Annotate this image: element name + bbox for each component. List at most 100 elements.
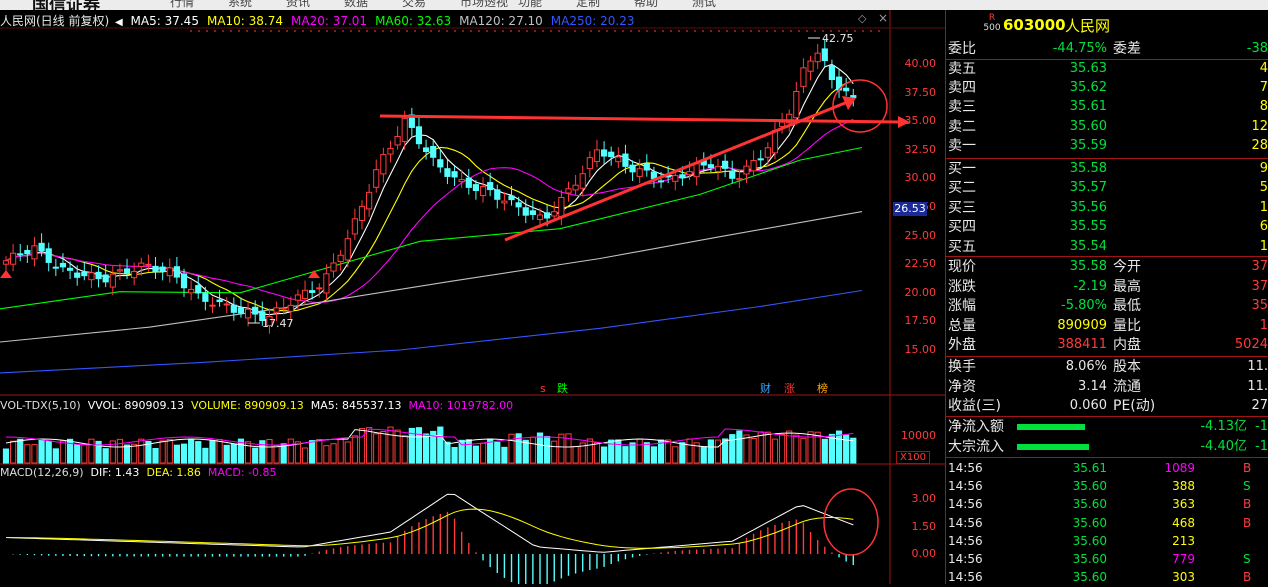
trend-line [504, 99, 851, 242]
volume-bar [636, 438, 643, 464]
ma250-line [0, 289, 863, 374]
candle-body [52, 266, 59, 269]
volume-unit-label: X100 [896, 451, 930, 464]
trade-row[interactable]: 14:56 35.60 388 S [945, 478, 1268, 496]
ask-price: 35.61 [1069, 99, 1107, 115]
candle-body [209, 304, 216, 307]
trade-price: 35.60 [1072, 515, 1107, 530]
candle-body [850, 95, 857, 99]
trade-row[interactable]: 14:56 35.61 1089 B [945, 460, 1268, 478]
signal-arrow [308, 270, 320, 278]
candle-body [579, 173, 586, 189]
volume-bar [729, 434, 736, 464]
trade-row[interactable]: 14:56 35.60 779 S [945, 551, 1268, 569]
candle-body [301, 289, 309, 300]
stat-value: 1 [1259, 317, 1268, 333]
trade-row[interactable]: 14:56 35.60 303 B [945, 569, 1268, 587]
ask-row[interactable]: 卖一 35.59 28 [945, 137, 1268, 156]
candle-body [451, 171, 458, 178]
ask-row[interactable]: 卖四 35.62 7 [945, 79, 1268, 98]
volume-bar [472, 445, 480, 464]
volume-bar [330, 443, 337, 464]
volume-bar [152, 447, 159, 464]
volume-bar [622, 446, 629, 464]
stat-label: 内盘 [1113, 337, 1141, 354]
bid-label: 买一 [948, 161, 976, 177]
volume-bar [316, 439, 323, 464]
candle-body [138, 262, 145, 268]
bid-row[interactable]: 买二 35.57 5 [945, 179, 1268, 198]
volume-bar [778, 433, 786, 464]
bid-price: 35.54 [1069, 238, 1107, 254]
macd-legend-item: DIF: 1.43 [90, 466, 140, 479]
volume-bar [195, 441, 202, 464]
stat-value: 35.58 [1069, 259, 1107, 274]
volume-bar [366, 427, 373, 464]
trade-row[interactable]: 14:56 35.60 363 B [945, 496, 1268, 514]
stat-value: 35 [1251, 298, 1268, 314]
candle-body [344, 238, 351, 261]
candle-body [88, 272, 95, 281]
candle-body [828, 65, 836, 81]
volume-legend-item: MA5: 845537.13 [310, 399, 402, 412]
volume-bar [88, 438, 95, 464]
kline-chart[interactable]: 42.75 17.47 s 跌 财涨 榜 [0, 0, 945, 584]
candle-body [657, 180, 665, 183]
volume-bar [74, 444, 81, 464]
volume-bar [437, 426, 444, 464]
candle-body [387, 147, 394, 155]
price-y-tick: 20.00 [904, 285, 937, 299]
bid-volume: 1 [1259, 238, 1268, 254]
volume-bar [230, 443, 237, 464]
fund-label: PE(动) [1113, 398, 1156, 415]
volume-bar [494, 441, 501, 464]
candle-body [437, 159, 444, 168]
stat-value: 37 [1251, 259, 1268, 274]
ask-label: 卖二 [948, 118, 976, 135]
trade-row[interactable]: 14:56 35.60 213 [945, 533, 1268, 551]
candle-body [188, 288, 195, 294]
bid-row[interactable]: 买一 35.58 9 [945, 160, 1268, 179]
trade-row[interactable]: 14:56 35.60 468 B [945, 515, 1268, 533]
flow-bar [1017, 443, 1089, 450]
candle-body [145, 263, 152, 266]
stat-value: -5.80% [1061, 298, 1107, 314]
volume-bar [31, 444, 38, 464]
ask-row[interactable]: 卖五 35.63 4 [945, 60, 1268, 79]
stock-name[interactable]: 人民网 [1065, 15, 1110, 36]
candle-body [230, 304, 237, 313]
volume-bar [188, 438, 195, 464]
trade-volume: 468 [1172, 515, 1195, 530]
volume-bar [166, 438, 173, 464]
volume-bar [159, 440, 166, 464]
bid-row[interactable]: 买三 35.56 1 [945, 199, 1268, 218]
volume-bar [24, 444, 31, 464]
trade-time: 14:56 [948, 515, 983, 530]
ask-row[interactable]: 卖三 35.61 8 [945, 98, 1268, 117]
candle-body [38, 242, 45, 252]
volume-bar [387, 426, 394, 464]
candle-body [501, 200, 508, 204]
volume-bar [501, 446, 508, 464]
bid-row[interactable]: 买五 35.54 1 [945, 238, 1268, 257]
bid-row[interactable]: 买四 35.55 6 [945, 218, 1268, 237]
bid-price: 35.56 [1069, 199, 1107, 215]
low-price-label: 17.47 [262, 317, 294, 330]
volume-bar [821, 438, 828, 464]
volume-header: VOL-TDX(5,10) VVOL: 890909.13 VOLUME: 8909… [0, 399, 520, 413]
volume-bar [294, 441, 302, 464]
volume-bar [344, 441, 351, 464]
flow-label: 大宗流入 [948, 438, 1004, 455]
volume-bar [714, 439, 722, 464]
volume-bar [17, 438, 24, 464]
macd-dif-line [5, 493, 854, 553]
candle-body [380, 154, 387, 175]
stat-label: 现价 [948, 259, 976, 275]
volume-bar [750, 438, 757, 464]
ask-row[interactable]: 卖二 35.60 12 [945, 118, 1268, 137]
event-marker: 跌 [557, 381, 568, 395]
volume-bar [793, 434, 800, 464]
ask-price: 35.62 [1069, 80, 1107, 96]
volume-y-tick: 10000 [901, 429, 936, 442]
stock-code[interactable]: 603000 [1003, 16, 1066, 34]
